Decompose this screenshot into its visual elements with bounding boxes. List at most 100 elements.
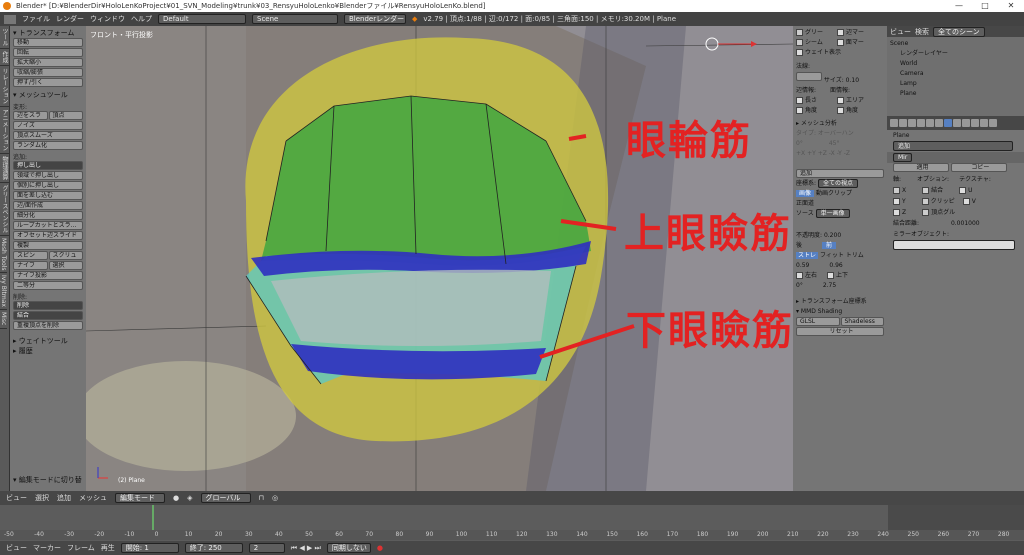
mode-selector[interactable]: 編集モード [115, 493, 165, 503]
timeline-view-menu[interactable]: ビュー [6, 543, 27, 553]
menu-file[interactable]: ファイル [22, 14, 50, 24]
frame-menu[interactable]: フレーム [67, 543, 95, 553]
modifier-name-field[interactable]: Mir [893, 153, 913, 162]
fit-button[interactable]: フィット [820, 252, 844, 259]
shadeless-button[interactable]: Shadeless [840, 317, 884, 326]
texture-tab-icon[interactable] [971, 119, 979, 127]
vertex-slide-button[interactable]: 頂点 [48, 111, 83, 120]
maximize-button[interactable]: □ [972, 0, 998, 12]
tab-create[interactable]: 作成 [0, 49, 9, 66]
clipping-toggle[interactable]: クリッピ [931, 198, 955, 205]
duplicate-button[interactable]: 複製 [13, 241, 83, 250]
make-edge-face-button[interactable]: 辺/面作成 [13, 201, 83, 210]
axis-neg-z[interactable]: -Z [844, 150, 850, 157]
select-menu[interactable]: 選択 [35, 493, 49, 503]
edge-length-toggle[interactable]: 長さ [805, 97, 817, 104]
view-menu[interactable]: ビュー [6, 493, 27, 503]
close-button[interactable]: ✕ [998, 0, 1024, 12]
knife-button[interactable]: ナイフ [13, 261, 48, 270]
axis-pos-z[interactable]: +Z [818, 150, 827, 157]
bisect-button[interactable]: 二等分 [13, 281, 83, 290]
mirror-u-toggle[interactable]: U [968, 187, 972, 194]
outliner-item-scene[interactable]: Scene [890, 39, 1021, 49]
current-frame-indicator[interactable] [152, 505, 154, 530]
scene-tab-icon[interactable] [908, 119, 916, 127]
axis-neg-y[interactable]: -Y [837, 150, 842, 157]
extrude-individual-button[interactable]: 個別に押し出し [13, 181, 83, 190]
add-menu[interactable]: 追加 [57, 493, 71, 503]
render-engine-selector[interactable]: Blenderレンダー [344, 14, 406, 24]
marker-menu[interactable]: マーカー [33, 543, 61, 553]
tab-mesh-tools[interactable]: Mesh Tools [0, 236, 7, 274]
overlay-edge-mark[interactable]: 辺マー [846, 29, 864, 36]
mesh-analysis-header[interactable]: ▸ メッシュ分析 [796, 119, 884, 129]
particles-tab-icon[interactable] [980, 119, 988, 127]
outliner-item-world[interactable]: World [890, 59, 1021, 69]
subdivide-button[interactable]: 細分化 [13, 211, 83, 220]
render-tab-icon[interactable] [890, 119, 898, 127]
snap-icon[interactable]: ⊓ [259, 494, 264, 502]
overlay-crease[interactable]: グリー [805, 29, 823, 36]
transform-orientation-selector[interactable]: グローバル [200, 493, 251, 503]
menu-window[interactable]: ウィンドウ [90, 14, 125, 24]
overlay-face-mark[interactable]: 面マー [846, 39, 864, 46]
object-tab-icon[interactable] [926, 119, 934, 127]
back-button[interactable]: 後 [796, 242, 802, 249]
analysis-type[interactable]: タイプ: オーバーハン [796, 129, 884, 139]
crop-button[interactable]: トリム [846, 252, 864, 259]
normal-display-buttons[interactable] [796, 72, 822, 81]
operator-panel-header[interactable]: ▾ 編集モードに切り替 [13, 475, 82, 485]
apply-button[interactable]: 適用 [893, 163, 949, 172]
mmd-shading-header[interactable]: ▾ MMD Shading [796, 307, 884, 317]
tab-image[interactable]: 画像 [796, 190, 815, 197]
overlay-weight[interactable]: ウェイト表示 [805, 49, 841, 56]
rotation-field[interactable]: 0° [796, 282, 803, 289]
align-selector[interactable]: 正面道 [796, 199, 884, 209]
stretch-button[interactable]: ストレ [796, 252, 819, 259]
outliner-item-plane[interactable]: Plane [890, 89, 1021, 99]
mirror-object-field[interactable] [893, 240, 1015, 250]
material-tab-icon[interactable] [962, 119, 970, 127]
minimize-button[interactable]: — [946, 0, 972, 12]
add-modifier-dropdown[interactable]: 追加 [893, 141, 1013, 151]
glsl-button[interactable]: GLSL [796, 317, 840, 326]
outliner-item-render-layers[interactable]: レンダーレイヤー [890, 49, 1021, 59]
tab-movie-clip[interactable]: 動画クリップ [816, 190, 852, 197]
menu-help[interactable]: ヘルプ [131, 14, 152, 24]
playback-controls-icon[interactable]: ⏮ ◀ ▶ ⏭ [291, 544, 321, 553]
tab-misc[interactable]: Misc [0, 310, 7, 329]
background-add-button[interactable]: 追加 [796, 169, 884, 178]
modifiers-tab-icon[interactable] [944, 119, 952, 127]
layers-tab-icon[interactable] [899, 119, 907, 127]
push-pull-button[interactable]: 押す/引く [13, 78, 83, 87]
editor-type-icon[interactable] [4, 14, 16, 24]
pivot-icon[interactable]: ◈ [187, 494, 192, 502]
reset-button[interactable]: リセット [796, 327, 884, 336]
flip-x-toggle[interactable]: 左右 [805, 272, 817, 279]
analysis-min[interactable]: 0° [796, 140, 803, 147]
tab-tools[interactable]: ツール [0, 26, 9, 49]
transform-orientation-header[interactable]: ▸ トランスフォーム座標系 [796, 297, 884, 307]
edge-angle-toggle[interactable]: 角度 [805, 107, 817, 114]
rotate-button[interactable]: 回転 [13, 48, 83, 57]
playback-menu[interactable]: 再生 [101, 543, 115, 553]
face-area-toggle[interactable]: エリア [846, 97, 864, 104]
menu-render[interactable]: レンダー [56, 14, 84, 24]
tab-relations[interactable]: リレーション [0, 66, 9, 107]
outliner-item-camera[interactable]: Camera [890, 69, 1021, 79]
record-icon[interactable]: ● [377, 544, 383, 552]
smooth-vertex-button[interactable]: 頂点スムーズ [13, 131, 83, 140]
outliner-search-menu[interactable]: 検索 [915, 27, 929, 37]
offset-x-field[interactable]: 0.59 [796, 262, 809, 269]
overlay-seam[interactable]: シーム [805, 39, 823, 46]
scene-selector[interactable]: Scene [252, 14, 338, 24]
normal-size-field[interactable]: サイズ: 0.10 [824, 77, 859, 84]
tab-animation[interactable]: アニメーション [0, 107, 9, 154]
offset-edge-slide-button[interactable]: オフセット辺スライド [13, 231, 83, 240]
mirror-v-toggle[interactable]: V [972, 198, 976, 205]
loop-cut-button[interactable]: ループカットとスラ… [13, 221, 83, 230]
weight-tools-header[interactable]: ▸ ウェイトツール [13, 336, 83, 346]
axis-pos-y[interactable]: +Y [807, 150, 816, 157]
physics-tab-icon[interactable] [989, 119, 997, 127]
history-header[interactable]: ▸ 履歴 [13, 346, 83, 356]
